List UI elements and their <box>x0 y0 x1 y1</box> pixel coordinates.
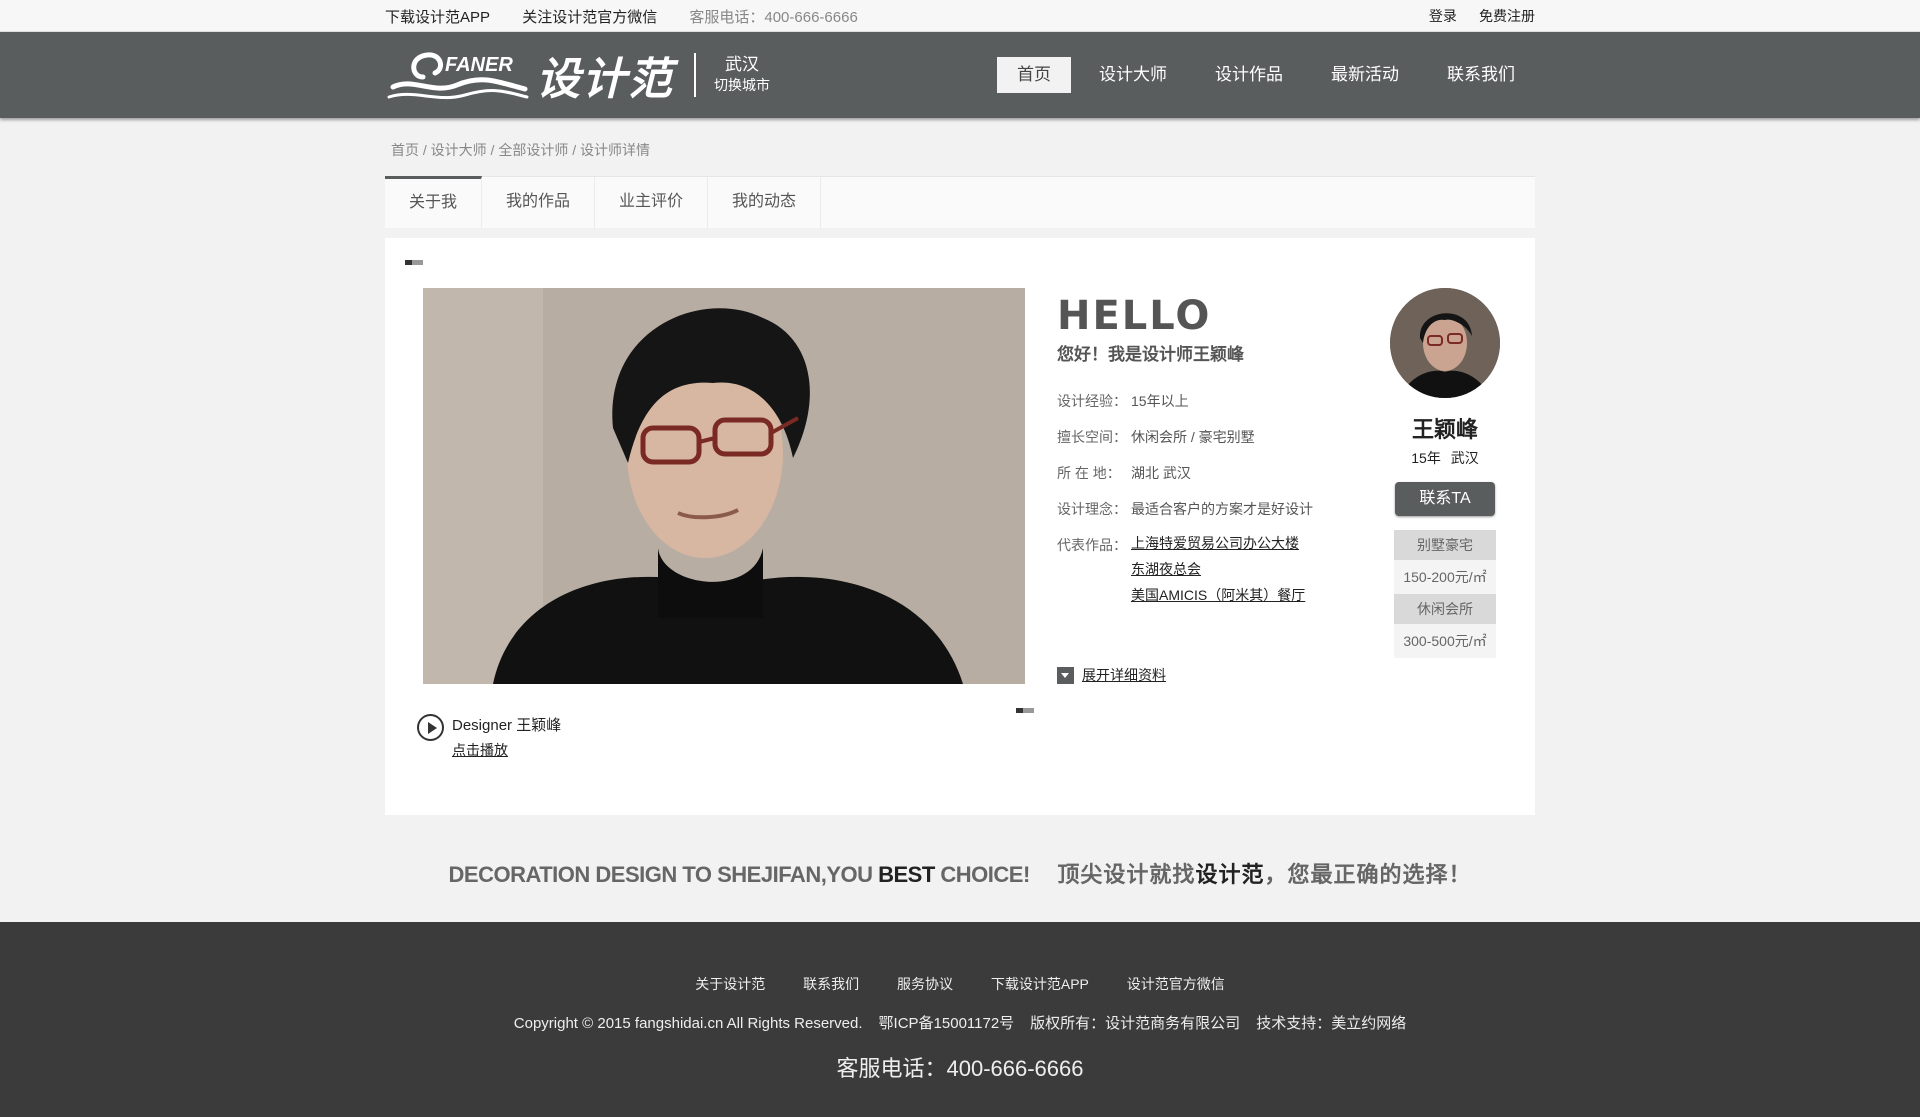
expand-down-icon <box>1057 666 1074 684</box>
greeting: 您好！我是设计师王颖峰 <box>1057 345 1244 364</box>
logo-divider <box>694 53 696 97</box>
tab-updates[interactable]: 我的动态 <box>708 177 822 229</box>
info-value: 湖北 武汉 <box>1131 465 1191 481</box>
login-link[interactable]: 登录 <box>1429 8 1457 24</box>
designer-name: 王颖峰 <box>1411 417 1478 442</box>
nav-works[interactable]: 设计作品 <box>1195 57 1303 93</box>
price-value: 150-200元/㎡ <box>1394 560 1496 594</box>
expand-details-button[interactable]: 展开详细资料 <box>1057 665 1166 685</box>
designer-photo <box>423 288 1025 684</box>
tab-about[interactable]: 关于我 <box>385 176 483 228</box>
slider-dot-icon <box>1016 708 1034 713</box>
footer-phone: 客服电话：400-666-6666 <box>836 1056 1084 1081</box>
slogan-banner: DECORATION DESIGN TO SHEJIFAN,YOU BEST C… <box>385 857 1535 889</box>
info-label: 设计经验： <box>1057 393 1127 409</box>
info-label: 设计理念： <box>1057 501 1127 517</box>
footer-link-contact[interactable]: 联系我们 <box>803 976 859 992</box>
info-label: 擅长空间： <box>1057 429 1127 445</box>
nav-home[interactable]: 首页 <box>997 57 1071 93</box>
nav-masters[interactable]: 设计大师 <box>1079 57 1187 93</box>
expand-details-label: 展开详细资料 <box>1082 667 1166 683</box>
main-header: FANER 设计范 武汉 切换城市 首页 设计大师 设计作品 最新活动 联系我们 <box>0 32 1920 118</box>
profile-tabs: 关于我 我的作品 业主评价 我的动态 <box>385 176 1535 229</box>
service-phone: 客服电话：400-666-6666 <box>689 8 858 26</box>
top-bar: 下载设计范APP 关注设计范官方微信 客服电话：400-666-6666 登录 … <box>0 0 1920 32</box>
video-player: Designer 王颖峰 点击播放 <box>417 714 561 762</box>
footer-link-wechat[interactable]: 设计范官方微信 <box>1127 976 1225 992</box>
slogan-cn: 顶尖设计就找设计范，您最正确的选择！ <box>1057 862 1472 887</box>
price-list: 别墅豪宅 150-200元/㎡ 休闲会所 300-500元/㎡ <box>1394 530 1496 658</box>
footer-link-app[interactable]: 下载设计范APP <box>991 976 1089 992</box>
video-title: Designer 王颖峰 <box>452 717 562 734</box>
info-value: 15年以上 <box>1131 393 1189 409</box>
info-label: 所 在 地： <box>1057 465 1121 481</box>
designer-card: Designer 王颖峰 点击播放 HELLO 您好！我是设计师王颖峰 设计经验… <box>385 238 1535 815</box>
info-row-location: 所 在 地： 湖北 武汉 <box>1057 463 1357 499</box>
download-app-link[interactable]: 下载设计范APP <box>385 9 490 26</box>
info-label: 代表作品： <box>1057 537 1127 553</box>
register-link[interactable]: 免费注册 <box>1479 8 1535 24</box>
logo-wave-icon: FANER <box>387 52 529 100</box>
slider-dot-icon <box>405 260 423 265</box>
switch-city-link[interactable]: 切换城市 <box>714 75 770 95</box>
current-city: 武汉 <box>725 55 759 74</box>
site-footer: 关于设计范 联系我们 服务协议 下载设计范APP 设计范官方微信 Copyrig… <box>0 922 1920 1117</box>
info-row-works: 代表作品： 上海特爱贸易公司办公大楼 东湖夜总会 美国AMICIS（阿米其）餐厅 <box>1057 535 1357 608</box>
follow-wechat-link[interactable]: 关注设计范官方微信 <box>522 9 657 26</box>
info-value: 休闲会所 / 豪宅别墅 <box>1131 429 1255 445</box>
play-link[interactable]: 点击播放 <box>452 738 561 762</box>
footer-link-terms[interactable]: 服务协议 <box>897 976 953 992</box>
tab-reviews[interactable]: 业主评价 <box>595 177 709 229</box>
city-selector[interactable]: 武汉 切换城市 <box>714 55 770 95</box>
hello-heading: HELLO <box>1057 293 1212 339</box>
nav-events[interactable]: 最新活动 <box>1311 57 1419 93</box>
avatar-image <box>1390 288 1500 398</box>
tech-support: 技术支持：美立约网络 <box>1256 1015 1407 1032</box>
icp-number: 鄂ICP备15001172号 <box>878 1015 1015 1032</box>
svg-text:FANER: FANER <box>445 54 513 76</box>
work-link[interactable]: 上海特爱贸易公司办公大楼 <box>1131 530 1305 556</box>
contact-button[interactable]: 联系TA <box>1395 482 1495 516</box>
price-category: 别墅豪宅 <box>1394 530 1496 560</box>
slogan-en: DECORATION DESIGN TO SHEJIFAN,YOU BEST C… <box>448 862 1031 887</box>
nav-contact[interactable]: 联系我们 <box>1427 57 1535 93</box>
logo-text: 设计范 <box>536 54 674 105</box>
copyright: Copyright © 2015 fangshidai.cn All Right… <box>513 1015 863 1032</box>
info-row-specialty: 擅长空间： 休闲会所 / 豪宅别墅 <box>1057 427 1357 463</box>
work-link[interactable]: 东湖夜总会 <box>1131 556 1305 582</box>
footer-links: 关于设计范 联系我们 服务协议 下载设计范APP 设计范官方微信 <box>0 974 1920 994</box>
work-link[interactable]: 美国AMICIS（阿米其）餐厅 <box>1131 582 1305 608</box>
price-value: 300-500元/㎡ <box>1394 624 1496 658</box>
avatar <box>1390 288 1500 398</box>
main-nav: 首页 设计大师 设计作品 最新活动 联系我们 <box>989 57 1535 93</box>
tab-works[interactable]: 我的作品 <box>482 177 596 229</box>
site-logo[interactable]: FANER 设计范 <box>385 43 714 107</box>
designer-profile-box: 王颖峰 15年 武汉 联系TA 别墅豪宅 150-200元/㎡ 休闲会所 300… <box>1385 288 1505 658</box>
owner: 版权所有：设计范商务有限公司 <box>1030 1015 1241 1032</box>
footer-link-about[interactable]: 关于设计范 <box>695 976 765 992</box>
designer-meta: 15年 武汉 <box>1411 450 1479 466</box>
designer-info: HELLO 您好！我是设计师王颖峰 设计经验： 15年以上 擅长空间： 休闲会所… <box>1057 296 1357 608</box>
info-row-experience: 设计经验： 15年以上 <box>1057 391 1357 427</box>
portrait-image <box>423 288 1025 684</box>
play-icon[interactable] <box>417 714 444 741</box>
breadcrumb[interactable]: 首页 / 设计大师 / 全部设计师 / 设计师详情 <box>385 118 1535 176</box>
price-category: 休闲会所 <box>1394 594 1496 624</box>
copyright-line: Copyright © 2015 fangshidai.cn All Right… <box>0 1012 1920 1033</box>
